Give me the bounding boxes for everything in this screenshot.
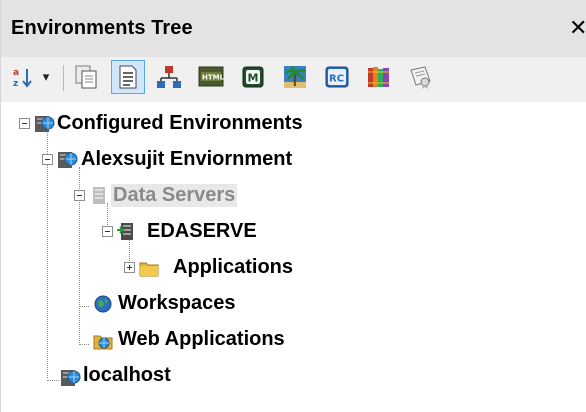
copy-pages-icon[interactable]	[69, 60, 103, 94]
tree-node-label: EDASERVE	[147, 219, 257, 242]
toolbar-separator	[63, 65, 64, 91]
rc-icon[interactable]: RC	[320, 60, 354, 94]
tree-node-label: localhost	[83, 363, 171, 386]
collapse-toggle[interactable]	[74, 190, 85, 201]
workspaces-globe-icon	[94, 295, 112, 313]
server-icon	[117, 223, 133, 240]
sort-icon[interactable]: a z	[9, 60, 37, 94]
tree-node-label: Web Applications	[118, 327, 285, 350]
tree-connector	[79, 344, 89, 345]
tree-node-applications[interactable]: Applications	[173, 252, 293, 282]
collapse-toggle[interactable]	[19, 118, 30, 129]
tree-node-edaserve[interactable]: EDASERVE	[147, 216, 257, 246]
m-icon[interactable]: M	[236, 60, 270, 94]
collapse-toggle[interactable]	[102, 226, 113, 237]
collapse-toggle[interactable]	[42, 154, 53, 165]
svg-text:RC: RC	[329, 74, 344, 85]
environments-tree-panel: Environments Tree ✕ a z ▾ HTML M RC Conf…	[0, 0, 586, 412]
panel-title: Environments Tree	[11, 17, 193, 39]
environments-globe-icon	[35, 116, 55, 132]
tree-connector	[47, 131, 48, 378]
environments-tree: Configured Environments Alexsujit Envior…	[1, 102, 586, 412]
tree-node-label: Workspaces	[118, 291, 236, 314]
localhost-server-icon	[61, 370, 81, 386]
tree-node-data-servers[interactable]: Data Servers	[111, 180, 238, 210]
svg-text:a: a	[13, 68, 19, 78]
data-servers-icon	[93, 187, 105, 204]
web-applications-icon	[93, 335, 113, 350]
close-icon[interactable]: ✕	[569, 16, 586, 40]
tree-node-configured-environments[interactable]: Configured Environments	[57, 108, 303, 138]
svg-text:z: z	[13, 79, 18, 89]
dropdown-arrow-icon[interactable]: ▾	[37, 60, 55, 94]
tree-node-alexsujit-environment[interactable]: Alexsujit Enviornment	[81, 144, 292, 174]
svg-text:HTML: HTML	[202, 74, 225, 82]
tree-connector	[47, 380, 59, 381]
tree-connector	[79, 306, 89, 307]
folder-icon	[139, 262, 159, 277]
tree-node-localhost[interactable]: localhost	[83, 360, 171, 390]
tree-node-label: Applications	[173, 255, 294, 278]
palm-tree-icon[interactable]	[278, 60, 312, 94]
tree-node-label: Alexsujit Enviornment	[81, 147, 293, 170]
panel-title-bar: Environments Tree ✕	[1, 0, 586, 57]
tree-node-web-applications[interactable]: Web Applications	[118, 324, 285, 354]
environment-icon	[58, 152, 78, 168]
certificate-icon[interactable]	[404, 60, 438, 94]
expand-toggle[interactable]	[124, 262, 135, 273]
tree-node-label: Data Servers	[111, 183, 238, 207]
network-icon[interactable]	[152, 60, 186, 94]
svg-text:M: M	[248, 72, 259, 85]
tree-node-workspaces[interactable]: Workspaces	[118, 288, 235, 318]
html-icon[interactable]: HTML	[194, 60, 228, 94]
toolbar: a z ▾ HTML M RC	[1, 57, 586, 102]
books-icon[interactable]	[362, 60, 396, 94]
document-icon[interactable]	[111, 60, 145, 94]
tree-node-label: Configured Environments	[57, 111, 303, 134]
